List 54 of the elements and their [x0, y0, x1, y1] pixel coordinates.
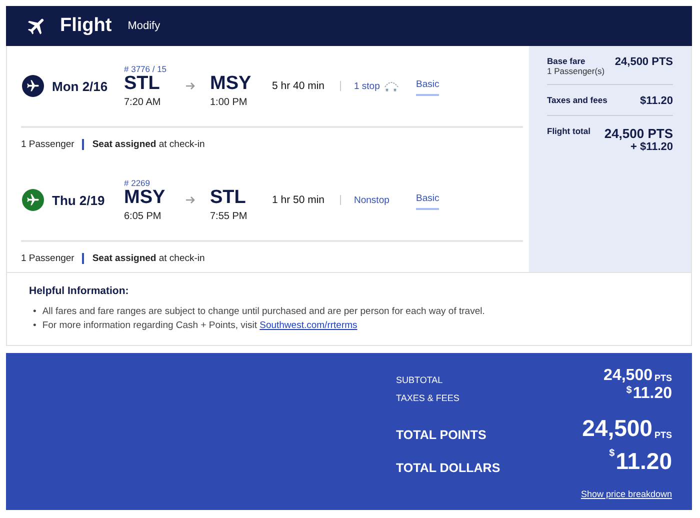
fare-type-tab[interactable]: Basic [416, 78, 440, 96]
currency-sign: $ [609, 448, 615, 459]
flight-date: Mon 2/16 [52, 78, 109, 94]
total-label: TOTAL DOLLARS [396, 461, 500, 475]
fare-label: Base fare [547, 56, 586, 66]
passenger-count: 1 Passenger(s) [547, 66, 605, 76]
total-amount: 11.20 [632, 385, 672, 403]
flight-date: Thu 2/19 [52, 192, 106, 208]
airport-code: MSY [124, 188, 166, 208]
total-label: TOTAL POINTS [396, 428, 486, 442]
points-unit: PTS [654, 430, 672, 440]
departure-time: 6:05 PM [124, 211, 162, 222]
modify-button[interactable]: Modify [128, 20, 160, 32]
bullet-marker: • [33, 305, 36, 319]
info-text: For more information regarding Cash + Points, visit Southwest.com/rrterms [42, 319, 358, 333]
price-breakdown-link[interactable]: Show price breakdown [396, 489, 672, 499]
total-label: TAXES & FEES [396, 393, 460, 403]
stops-link[interactable]: 1 stop [354, 80, 380, 92]
arrival-time: 1:00 PM [210, 97, 248, 108]
currency-sign: $ [626, 385, 632, 396]
terms-link[interactable]: Southwest.com/rrterms [260, 320, 358, 331]
passenger-count: 1 Passenger [21, 252, 74, 264]
airport-code: STL [124, 74, 161, 94]
info-text: All fares and fare ranges are subject to change until purchased and are per person for each way of travel. [42, 305, 485, 319]
fare-amount: $11.20 [640, 95, 673, 107]
flight-duration: 1 hr 50 min [272, 194, 326, 206]
airport-code: STL [210, 188, 247, 208]
stops-link[interactable]: Nonstop [354, 194, 390, 206]
flight-number: # 3776 / 15 [124, 64, 168, 74]
airport-code: MSY [210, 74, 252, 94]
fare-amount-extra: + $11.20 [629, 141, 673, 153]
points-unit: PTS [654, 373, 672, 383]
arrow-icon [186, 196, 196, 204]
flight-duration: 5 hr 40 min [272, 80, 326, 92]
fare-amount: 24,500 PTS [614, 56, 673, 68]
bullet-marker: • [33, 319, 36, 333]
arrow-icon [186, 82, 196, 90]
fare-label: Taxes and fees [547, 95, 608, 105]
fare-amount: 24,500 PTS [604, 126, 673, 141]
fare-type-tab[interactable]: Basic [416, 192, 440, 210]
flight-number: # 2269 [124, 178, 151, 188]
info-heading: Helpful Information: [29, 285, 130, 297]
fare-label: Flight total [547, 126, 590, 136]
total-amount: 24,500 [604, 367, 652, 385]
total-amount: 11.20 [616, 448, 672, 475]
connection-icon [382, 80, 400, 92]
total-amount: 24,500 [582, 415, 652, 442]
departure-time: 7:20 AM [124, 97, 162, 108]
total-label: SUBTOTAL [396, 375, 443, 385]
seat-info: Seat assigned at check-in [92, 252, 205, 264]
passenger-count: 1 Passenger [21, 138, 74, 150]
arrival-time: 7:55 PM [210, 211, 248, 222]
page-title: Flight [60, 15, 112, 37]
seat-info: Seat assigned at check-in [92, 138, 205, 150]
